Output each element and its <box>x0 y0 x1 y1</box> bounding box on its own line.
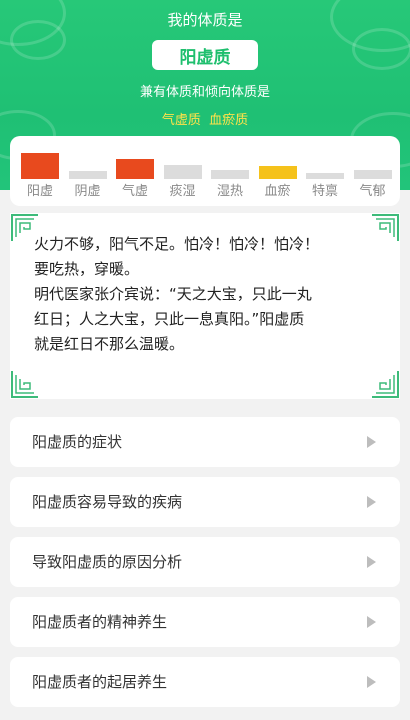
menu-item-symptoms[interactable]: 阳虚质的症状 <box>10 417 400 467</box>
constitution-description: 火力不够，阳气不足。怕冷！怕冷！怕冷！ 要吃热，穿暖。 明代医家张介宾说：“天之… <box>34 232 379 357</box>
chevron-right-icon <box>367 556 376 568</box>
level-bar <box>211 170 249 179</box>
description-line: 红日；人之大宝，只此一息真阳。”阳虚质 <box>34 310 305 328</box>
level-bar <box>163 165 202 179</box>
bar-column: 气郁 <box>353 136 392 206</box>
level-bar <box>306 173 344 179</box>
level-bar <box>258 166 297 179</box>
menu-item-label: 阳虚质者的起居养生 <box>32 673 168 691</box>
bar-label: 痰湿 <box>169 184 196 199</box>
main-constitution-badge: 阳虚质 <box>152 40 258 70</box>
bar-label: 阳虚 <box>26 184 53 199</box>
description-card: 火力不够，阳气不足。怕冷！怕冷！怕冷！ 要吃热，穿暖。 明代医家张介宾说：“天之… <box>10 213 400 399</box>
bar-column: 特禀 <box>306 136 344 206</box>
chevron-right-icon <box>367 496 376 508</box>
menu-item-label: 阳虚质者的精神养生 <box>32 613 168 631</box>
level-bar <box>353 170 392 179</box>
bar-label: 血瘀 <box>264 184 291 199</box>
bar-column: 气虚 <box>116 136 154 206</box>
bar-column: 血瘀 <box>258 136 297 206</box>
secondary-type: 气虚质 <box>161 113 201 128</box>
chevron-right-icon <box>367 676 376 688</box>
menu-item-label: 阳虚质的症状 <box>32 433 123 451</box>
corner-ornament-icon <box>11 371 38 398</box>
menu-item-mental-care[interactable]: 阳虚质者的精神养生 <box>10 597 400 647</box>
chevron-right-icon <box>367 616 376 628</box>
bar-label: 湿热 <box>216 184 243 199</box>
menu-item-label: 阳虚质容易导致的疾病 <box>32 493 183 511</box>
chevron-right-icon <box>367 436 376 448</box>
level-bar <box>68 171 107 179</box>
level-bar <box>21 153 59 179</box>
secondary-type: 血瘀质 <box>209 113 249 128</box>
secondary-types: 气虚质 血瘀质 <box>0 109 410 128</box>
bar-label: 气虚 <box>121 184 148 199</box>
menu-item-diseases[interactable]: 阳虚质容易导致的疾病 <box>10 477 400 527</box>
bar-column: 阳虚 <box>21 136 59 206</box>
bar-column: 阴虚 <box>68 136 107 206</box>
secondary-caption: 兼有体质和倾向体质是 <box>139 85 270 100</box>
menu-item-daily-care[interactable]: 阳虚质者的起居养生 <box>10 657 400 707</box>
bar-label: 阴虚 <box>74 184 101 199</box>
bar-label: 特禀 <box>311 184 338 199</box>
result-title: 我的体质是 <box>167 11 243 29</box>
description-line: 要吃热，穿暖。 <box>34 260 140 278</box>
menu-item-causes[interactable]: 导致阳虚质的原因分析 <box>10 537 400 587</box>
description-line: 明代医家张介宾说：“天之大宝，只此一丸 <box>34 285 312 303</box>
bar-column: 痰湿 <box>163 136 202 206</box>
menu-item-label: 导致阳虚质的原因分析 <box>32 553 183 571</box>
cloud-decoration <box>352 28 410 70</box>
level-bar <box>116 159 154 179</box>
constitution-bar-chart: 阳虚 阴虚 气虚 痰湿 湿热 血瘀 特禀 气郁 <box>10 136 400 206</box>
bar-column: 湿热 <box>211 136 249 206</box>
bar-label: 气郁 <box>359 184 386 199</box>
description-line: 就是红日不那么温暖。 <box>34 335 185 353</box>
corner-ornament-icon <box>372 371 399 398</box>
description-line: 火力不够，阳气不足。怕冷！怕冷！怕冷！ <box>34 235 320 253</box>
